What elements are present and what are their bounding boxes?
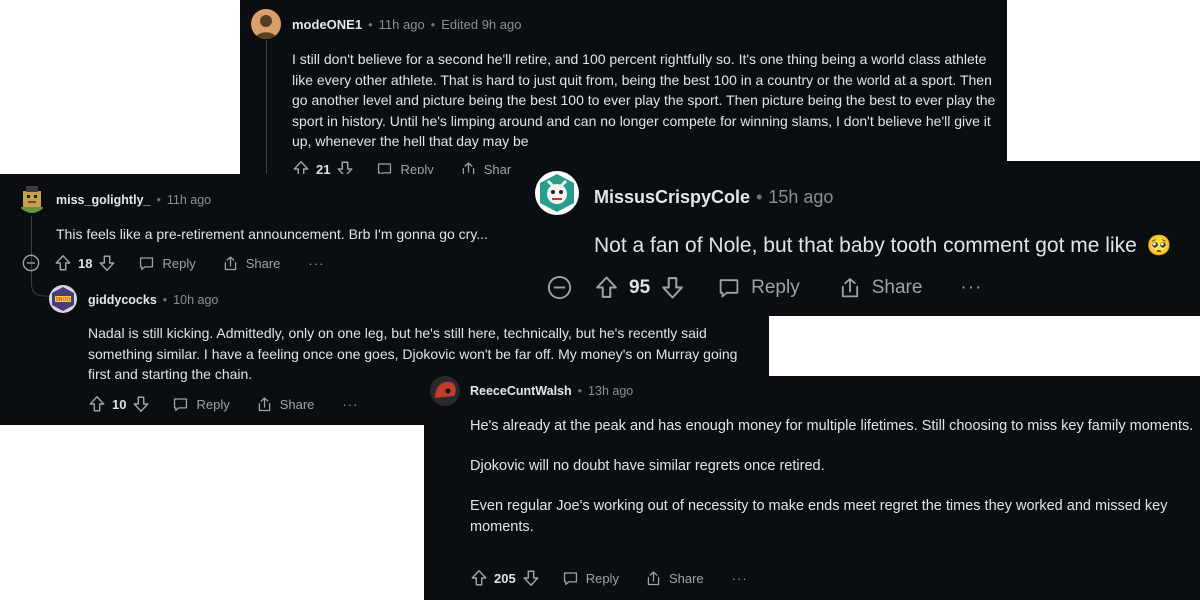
collapse-button[interactable]: [22, 254, 40, 272]
downvote-icon: [98, 254, 116, 272]
more-options-button[interactable]: ···: [732, 571, 748, 586]
comment-actions: 18 Reply Share ···: [22, 254, 324, 272]
vote-count: 205: [494, 570, 516, 586]
edited-timestamp: Edited 9h ago: [441, 17, 522, 32]
upvote-button[interactable]: [470, 569, 488, 587]
separator-dot: •: [162, 293, 168, 307]
separator-dot: •: [756, 187, 763, 207]
share-label: Share: [279, 396, 315, 412]
comment-card-missuscrispycole: MissusCrispyCole • 15h ago Not a fan of …: [511, 161, 1200, 316]
reply-button[interactable]: Reply: [717, 276, 800, 300]
downvote-button[interactable]: [522, 569, 540, 587]
pleading-face-emoji: 🥺: [1146, 235, 1172, 257]
upvote-button[interactable]: [594, 275, 619, 300]
separator-dot: •: [156, 193, 161, 207]
share-button[interactable]: Share: [222, 255, 281, 272]
comment-actions: 95 Reply Share ···: [547, 275, 982, 300]
more-options-button[interactable]: ···: [960, 277, 982, 299]
user-avatar[interactable]: [430, 376, 460, 406]
vote-count: 18: [78, 255, 93, 271]
comment-body: Not a fan of Nole, but that baby tooth c…: [594, 233, 1194, 259]
upvote-icon: [54, 254, 72, 272]
reply-button[interactable]: Reply: [138, 255, 196, 272]
separator-dot: •: [368, 17, 373, 32]
comment-body: He's already at the peak and has enough …: [470, 416, 1196, 538]
share-icon: [645, 570, 662, 587]
downvote-button[interactable]: [98, 254, 116, 272]
thread-line: [266, 40, 267, 185]
upvote-icon: [470, 569, 488, 587]
share-button[interactable]: Share: [838, 276, 923, 300]
username[interactable]: modeONE1: [292, 17, 362, 32]
reply-icon: [138, 255, 155, 272]
separator-dot: •: [430, 17, 436, 32]
collapse-button[interactable]: [547, 275, 572, 300]
downvote-icon: [522, 569, 540, 587]
comment-paragraph: Djokovic will no doubt have similar regr…: [470, 458, 825, 474]
separator-dot: •: [577, 384, 583, 398]
reply-label: Reply: [585, 570, 619, 586]
share-label: Share: [668, 570, 704, 586]
share-icon: [256, 396, 273, 413]
timestamp[interactable]: 11h ago: [167, 193, 211, 207]
username[interactable]: giddycocks: [88, 293, 157, 307]
username[interactable]: MissusCrispyCole: [594, 187, 750, 208]
reply-icon: [562, 570, 579, 587]
collapse-icon: [547, 275, 572, 300]
comment-card-reececuntwalsh: ReeceCuntWalsh • 13h ago He's already at…: [424, 376, 1200, 600]
timestamp[interactable]: 10h ago: [173, 293, 218, 307]
reply-label: Reply: [751, 276, 800, 298]
vote-count: 10: [112, 396, 127, 412]
downvote-button[interactable]: [660, 275, 685, 300]
downvote-icon: [660, 275, 685, 300]
more-options-button[interactable]: ···: [342, 397, 358, 412]
comment-body: I still don't believe for a second he'll…: [292, 49, 1004, 152]
user-avatar[interactable]: [535, 171, 579, 215]
comment-actions: 10 Reply Share ···: [88, 395, 358, 413]
timestamp[interactable]: 11h ago: [379, 17, 425, 32]
reply-button[interactable]: Reply: [562, 570, 619, 587]
user-avatar[interactable]: SNOO: [49, 285, 77, 313]
reply-icon: [717, 276, 741, 300]
collapse-icon: [22, 254, 40, 272]
upvote-button[interactable]: [88, 395, 106, 413]
comment-text: Not a fan of Nole, but that baby tooth c…: [594, 234, 1137, 257]
downvote-button[interactable]: [132, 395, 150, 413]
user-avatar[interactable]: [17, 183, 47, 213]
comment-text: I still don't believe for a second he'll…: [292, 51, 996, 149]
user-avatar[interactable]: [251, 9, 281, 39]
comment-paragraph: Even regular Joe's working out of necess…: [470, 498, 1168, 535]
comment-actions: 205 Reply Share ···: [470, 569, 748, 587]
username[interactable]: ReeceCuntWalsh: [470, 384, 572, 398]
reply-icon: [172, 396, 189, 413]
comment-paragraph: He's already at the peak and has enough …: [470, 418, 1194, 434]
share-label: Share: [871, 276, 923, 298]
share-label: Share: [245, 255, 281, 271]
reply-button[interactable]: Reply: [172, 396, 230, 413]
share-button[interactable]: Share: [645, 570, 704, 587]
timestamp[interactable]: 13h ago: [588, 384, 633, 398]
timestamp[interactable]: 15h ago: [768, 187, 833, 208]
username[interactable]: miss_golightly_: [56, 193, 150, 207]
share-button[interactable]: Share: [256, 396, 315, 413]
share-icon: [222, 255, 239, 272]
upvote-icon: [594, 275, 619, 300]
reply-label: Reply: [196, 396, 230, 412]
upvote-button[interactable]: [54, 254, 72, 272]
upvote-icon: [88, 395, 106, 413]
comment-card-modeone1: modeONE1 • 11h ago • Edited 9h ago I sti…: [240, 0, 1007, 185]
vote-count: 95: [629, 276, 651, 298]
downvote-icon: [132, 395, 150, 413]
reply-label: Reply: [162, 255, 196, 271]
more-options-button[interactable]: ···: [308, 256, 324, 271]
svg-text:SNOO: SNOO: [56, 297, 71, 303]
share-icon: [838, 276, 862, 300]
